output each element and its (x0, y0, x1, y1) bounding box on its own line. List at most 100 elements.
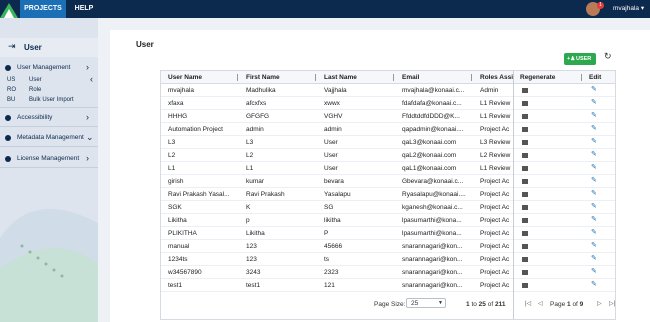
previous-page-icon[interactable]: ◁ (538, 300, 543, 307)
regenerate-mail-icon[interactable] (522, 165, 528, 171)
column-header-first-name[interactable]: First Name (246, 74, 280, 81)
regenerate-mail-icon[interactable] (522, 191, 528, 197)
cell-email: qaL1@konaai.com (402, 165, 457, 172)
column-resize-handle[interactable] (315, 74, 316, 81)
cell-email: lpasumarthi@kona... (402, 217, 462, 224)
sidebar-item-accessibility[interactable]: Accessibility › (0, 111, 98, 125)
column-resize-handle[interactable] (471, 74, 472, 81)
cell-email: snarannagari@kon... (402, 256, 463, 263)
table-row[interactable]: L2 L2 User qaL2@konaai.com L2 Review ✎ (161, 149, 615, 162)
regenerate-mail-icon[interactable] (522, 152, 528, 158)
sidebar-subitem-role[interactable]: RO Role (0, 86, 98, 96)
column-header-roles-assigned[interactable]: Roles Assig (480, 74, 513, 81)
cell-roles: Project Ac (480, 191, 510, 198)
regenerate-mail-icon[interactable] (522, 282, 528, 288)
regenerate-mail-icon[interactable] (522, 243, 528, 249)
username-label: mvajhala (613, 5, 640, 12)
table-row[interactable]: PLIKITHA Likitha Plpasumarthi@kona... Proje… (161, 227, 615, 240)
edit-pencil-icon[interactable]: ✎ (591, 137, 597, 145)
column-header-user-name[interactable]: User Name (168, 74, 202, 81)
edit-pencil-icon[interactable]: ✎ (591, 98, 597, 106)
collapse-arrow-icon[interactable]: ‹ (90, 74, 93, 84)
divider (0, 107, 98, 108)
sidebar-header: ⇥ User (0, 38, 98, 57)
page-size-select[interactable]: 25 ▼ (406, 298, 446, 308)
refresh-icon[interactable]: ↻ (604, 51, 612, 62)
edit-pencil-icon[interactable]: ✎ (591, 150, 597, 158)
sidebar-subitem-user[interactable]: US User ‹ (0, 74, 98, 86)
next-page-icon[interactable]: ▷ (597, 300, 602, 307)
username-menu[interactable]: mvajhala ▾ (613, 0, 644, 18)
column-header-regenerate[interactable]: Regenerate (520, 74, 555, 81)
regenerate-mail-icon[interactable] (522, 269, 528, 275)
app-logo[interactable] (0, 0, 18, 18)
cell-user-name: Automation Project (168, 126, 223, 133)
table-row[interactable]: test1 test1 121 snarannagari@kon... Project … (161, 279, 615, 292)
edit-pencil-icon[interactable]: ✎ (591, 189, 597, 197)
table-row[interactable]: 1234ts 123 ts snarannagari@kon... Project Ac… (161, 253, 615, 266)
edit-pencil-icon[interactable]: ✎ (591, 176, 597, 184)
first-page-icon[interactable]: |◁ (525, 300, 531, 307)
column-header-edit[interactable]: Edit (589, 74, 601, 81)
tab-projects[interactable]: PROJECTS (20, 0, 66, 18)
regenerate-mail-icon[interactable] (522, 217, 528, 223)
column-header-email[interactable]: Email (402, 74, 419, 81)
regenerate-mail-icon[interactable] (522, 256, 528, 262)
add-user-button[interactable]: +♟ USER (564, 53, 596, 65)
edit-pencil-icon[interactable]: ✎ (591, 215, 597, 223)
edit-pencil-icon[interactable]: ✎ (591, 267, 597, 275)
edit-pencil-icon[interactable]: ✎ (591, 254, 597, 262)
cell-user-name: girish (168, 178, 184, 185)
sidebar-item-user-management[interactable]: User Management › (0, 61, 98, 75)
regenerate-mail-icon[interactable] (522, 230, 528, 236)
table-row[interactable]: Likitha p likitha lpasumarthi@kona... Projec… (161, 214, 615, 227)
table-row[interactable]: Automation Project admin admin qapadmin@kon… (161, 123, 615, 136)
edit-pencil-icon[interactable]: ✎ (591, 202, 597, 210)
table-row[interactable]: L3 L3 User qaL3@konaai.com L3 Review ✎ (161, 136, 615, 149)
cell-roles: Project Ac (480, 204, 510, 211)
regenerate-mail-icon[interactable] (522, 204, 528, 210)
table-row[interactable]: SGK K SG kganesh@konaai.c... Project Ac ✎ (161, 201, 615, 214)
edit-pencil-icon[interactable]: ✎ (591, 241, 597, 249)
regenerate-mail-icon[interactable] (522, 113, 528, 119)
cell-last-name: User (324, 165, 338, 172)
edit-pencil-icon[interactable]: ✎ (591, 280, 597, 288)
edit-pencil-icon[interactable]: ✎ (591, 228, 597, 236)
table-row[interactable]: Ravi Prakash Yasal... Ravi Prakash Yasalap… (161, 188, 615, 201)
cell-last-name: User (324, 152, 338, 159)
regenerate-mail-icon[interactable] (522, 139, 528, 145)
edit-pencil-icon[interactable]: ✎ (591, 124, 597, 132)
column-resize-handle[interactable] (393, 74, 394, 81)
tab-help[interactable]: HELP (70, 0, 98, 18)
table-row[interactable]: HHHG GFGFG VGHV FfddtddfdDDD@K... L1 Review ✎ (161, 110, 615, 123)
table-row[interactable]: xfaxa afcxfxs xwwx fdafdafa@konaai.c... L1 R… (161, 97, 615, 110)
table-row[interactable]: mvajhala Madhulika Vajjhala mvajhala@konaai… (161, 84, 615, 97)
table-row[interactable]: girish kumar bevara Gbevara@konaai.c... Proj… (161, 175, 615, 188)
pin-icon[interactable]: ⇥ (8, 41, 16, 52)
page-current: 1 (567, 301, 571, 308)
column-resize-handle[interactable] (581, 74, 582, 81)
regenerate-mail-icon[interactable] (522, 100, 528, 106)
table-row[interactable]: manual 123 45666 snarannagari@kon... Project… (161, 240, 615, 253)
column-resize-handle[interactable] (237, 74, 238, 81)
cell-first-name: p (246, 217, 250, 224)
edit-pencil-icon[interactable]: ✎ (591, 163, 597, 171)
sidebar-subitem-bulk-user-import[interactable]: BU Bulk User Import (0, 96, 98, 106)
column-header-last-name[interactable]: Last Name (324, 74, 357, 81)
table-row[interactable]: L1 L1 User qaL1@konaai.com L1 Review ✎ (161, 162, 615, 175)
regenerate-mail-icon[interactable] (522, 87, 528, 93)
edit-pencil-icon[interactable]: ✎ (591, 85, 597, 93)
last-page-icon[interactable]: ▷| (609, 300, 615, 307)
range-from: 1 (466, 301, 470, 308)
cell-user-name: 1234ts (168, 256, 188, 263)
cell-first-name: admin (246, 126, 264, 133)
cell-last-name: xwwx (324, 100, 340, 107)
edit-pencil-icon[interactable]: ✎ (591, 111, 597, 119)
cell-email: lpasumarthi@kona... (402, 230, 462, 237)
table-row[interactable]: w34567890 3243 2323 snarannagari@kon... Proj… (161, 266, 615, 279)
notification-badge[interactable]: 1 (597, 2, 604, 9)
sidebar-item-metadata-management[interactable]: Metadata Management ⌄ (0, 131, 98, 145)
regenerate-mail-icon[interactable] (522, 178, 528, 184)
regenerate-mail-icon[interactable] (522, 126, 528, 132)
sidebar-item-license-management[interactable]: License Management › (0, 152, 98, 166)
